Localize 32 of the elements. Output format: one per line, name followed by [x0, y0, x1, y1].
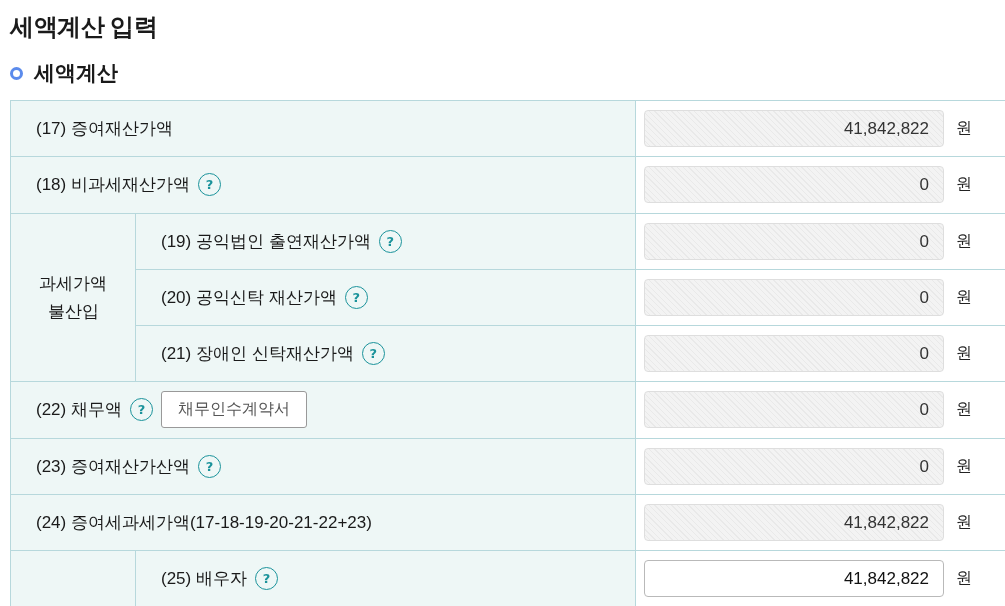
unit-label: 원 [956, 343, 972, 364]
unit-label: 원 [956, 511, 972, 532]
row-label: (18) 비과세재산가액 [36, 174, 190, 197]
row-label: (24) 증여세과세가액(17-18-19-20-21-22+23) [36, 511, 372, 534]
amount-field[interactable]: 41,842,822 [644, 560, 944, 598]
unit-label: 원 [956, 230, 972, 251]
unit-label: 원 [956, 174, 972, 195]
unit-label: 원 [956, 399, 972, 420]
section-title: 세액계산 [34, 60, 118, 86]
amount-field: 41,842,822 [644, 110, 944, 148]
page-title: 세액계산 입력 [10, 12, 158, 42]
row-label: (21) 장애인 신탁재산가액 [161, 343, 354, 366]
amount-field: 0 [644, 222, 944, 260]
row-label: (19) 공익법인 출연재산가액 [161, 230, 371, 253]
unit-label: 원 [956, 286, 972, 307]
row-label: (23) 증여재산가산액 [36, 455, 190, 478]
amount-field: 0 [644, 166, 944, 204]
ring-icon [10, 66, 23, 80]
group-label: 과세가액 불산입 [38, 273, 108, 323]
unit-label: 원 [956, 568, 972, 589]
row-label: (25) 배우자 [161, 568, 247, 591]
row-label: (20) 공익신탁 재산가액 [161, 286, 337, 309]
unit-label: 원 [956, 455, 972, 476]
contract-button[interactable]: 채무인수계약서 [160, 391, 307, 429]
row-label: (22) 채무액 [36, 399, 122, 422]
row-label: (17) 증여재산가액 [36, 118, 173, 141]
amount-field: 41,842,822 [644, 503, 944, 541]
amount-field: 0 [644, 335, 944, 373]
amount-field: 0 [644, 391, 944, 429]
amount-field: 0 [644, 447, 944, 485]
unit-label: 원 [956, 118, 972, 139]
amount-field: 0 [644, 278, 944, 316]
